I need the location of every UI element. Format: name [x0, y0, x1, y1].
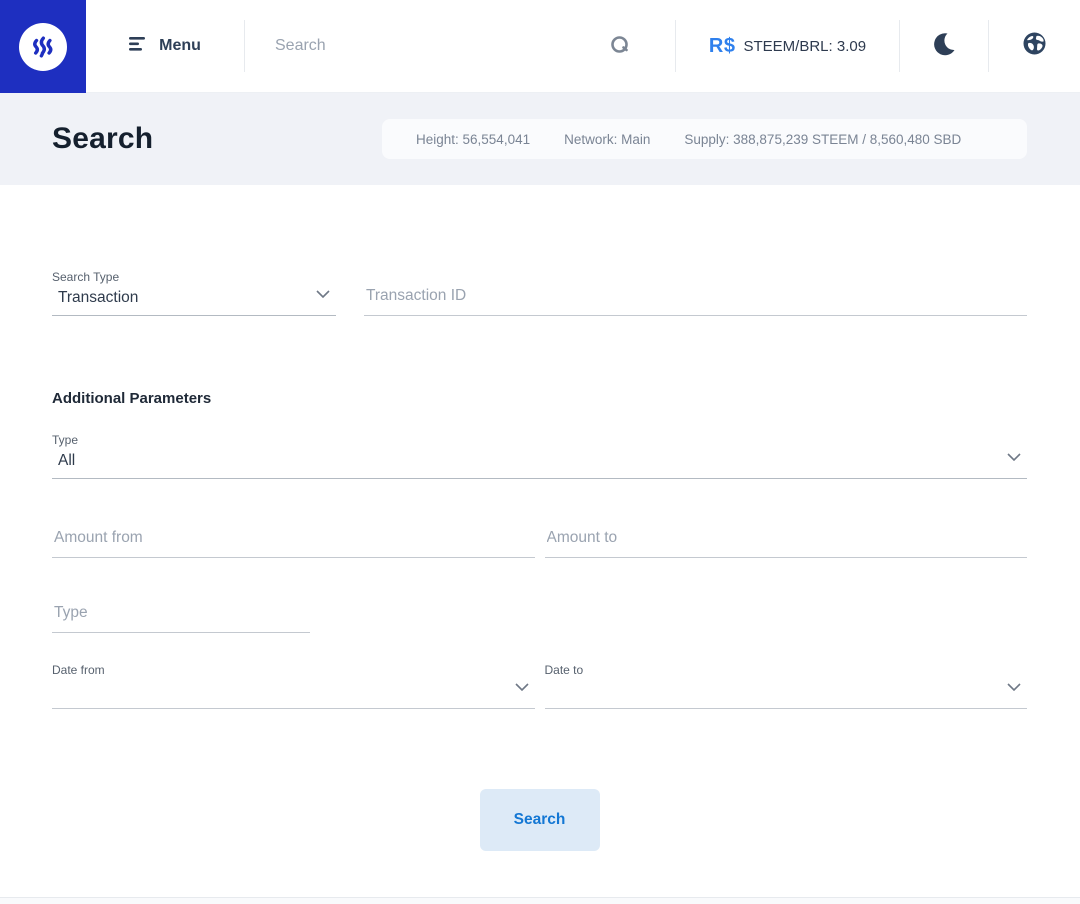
steem-logo-icon — [19, 22, 67, 71]
globe-icon — [1022, 31, 1047, 61]
menu-icon — [129, 36, 147, 56]
chevron-down-icon — [316, 285, 330, 303]
search-type-label: Search Type — [52, 270, 120, 284]
date-from-label: Date from — [52, 663, 105, 677]
additional-parameters-title: Additional Parameters — [52, 390, 212, 407]
search-type-value: Transaction — [58, 289, 139, 306]
chain-stats-bar: Height: 56,554,041 Network: Main Supply:… — [382, 119, 1027, 159]
chevron-down-icon — [1007, 448, 1021, 466]
operation-type-label: Type — [52, 433, 79, 447]
date-to-label: Date to — [544, 663, 584, 677]
navbar-search-button[interactable] — [603, 28, 637, 65]
type-filter-input[interactable] — [52, 600, 310, 633]
operation-type-value: All — [58, 452, 76, 469]
footer-bar — [0, 897, 1080, 904]
moon-icon — [931, 31, 957, 62]
search-form: Search Type Transaction Additional Param… — [0, 185, 1080, 897]
operation-type-select[interactable]: Type All — [52, 433, 1027, 479]
top-navbar: Menu R$ STEEM/BRL: 3.09 — [0, 0, 1080, 93]
menu-button[interactable]: Menu — [86, 0, 244, 92]
search-submit-button[interactable]: Search — [479, 789, 600, 851]
price-ticker[interactable]: R$ STEEM/BRL: 3.09 — [676, 0, 899, 92]
stat-height: Height: 56,554,041 — [416, 131, 531, 147]
stat-supply: Supply: 388,875,239 STEEM / 8,560,480 SB… — [684, 131, 962, 147]
search-icon — [609, 34, 631, 59]
date-to-select[interactable]: Date to — [544, 663, 1028, 709]
steem-logo-link[interactable] — [0, 0, 86, 93]
menu-label: Menu — [159, 37, 201, 54]
dark-mode-toggle[interactable] — [900, 0, 988, 92]
amount-from-input[interactable] — [52, 525, 535, 558]
date-to-value — [545, 680, 1028, 708]
date-from-select[interactable]: Date from — [52, 663, 535, 709]
search-type-select[interactable]: Search Type Transaction — [52, 270, 336, 316]
language-selector[interactable] — [989, 0, 1080, 92]
currency-symbol: R$ — [708, 34, 736, 57]
amount-to-input[interactable] — [544, 525, 1027, 558]
navbar-search-area — [245, 0, 675, 92]
date-from-value — [52, 680, 535, 708]
chevron-down-icon — [1007, 678, 1021, 696]
navbar-search-input[interactable] — [275, 37, 603, 55]
stat-network: Network: Main — [564, 131, 651, 147]
transaction-id-input[interactable] — [364, 283, 1027, 316]
page-header: Search Height: 56,554,041 Network: Main … — [0, 93, 1080, 185]
page-title: Search — [52, 122, 154, 155]
chevron-down-icon — [514, 678, 529, 696]
price-label: STEEM/BRL: 3.09 — [743, 37, 867, 55]
